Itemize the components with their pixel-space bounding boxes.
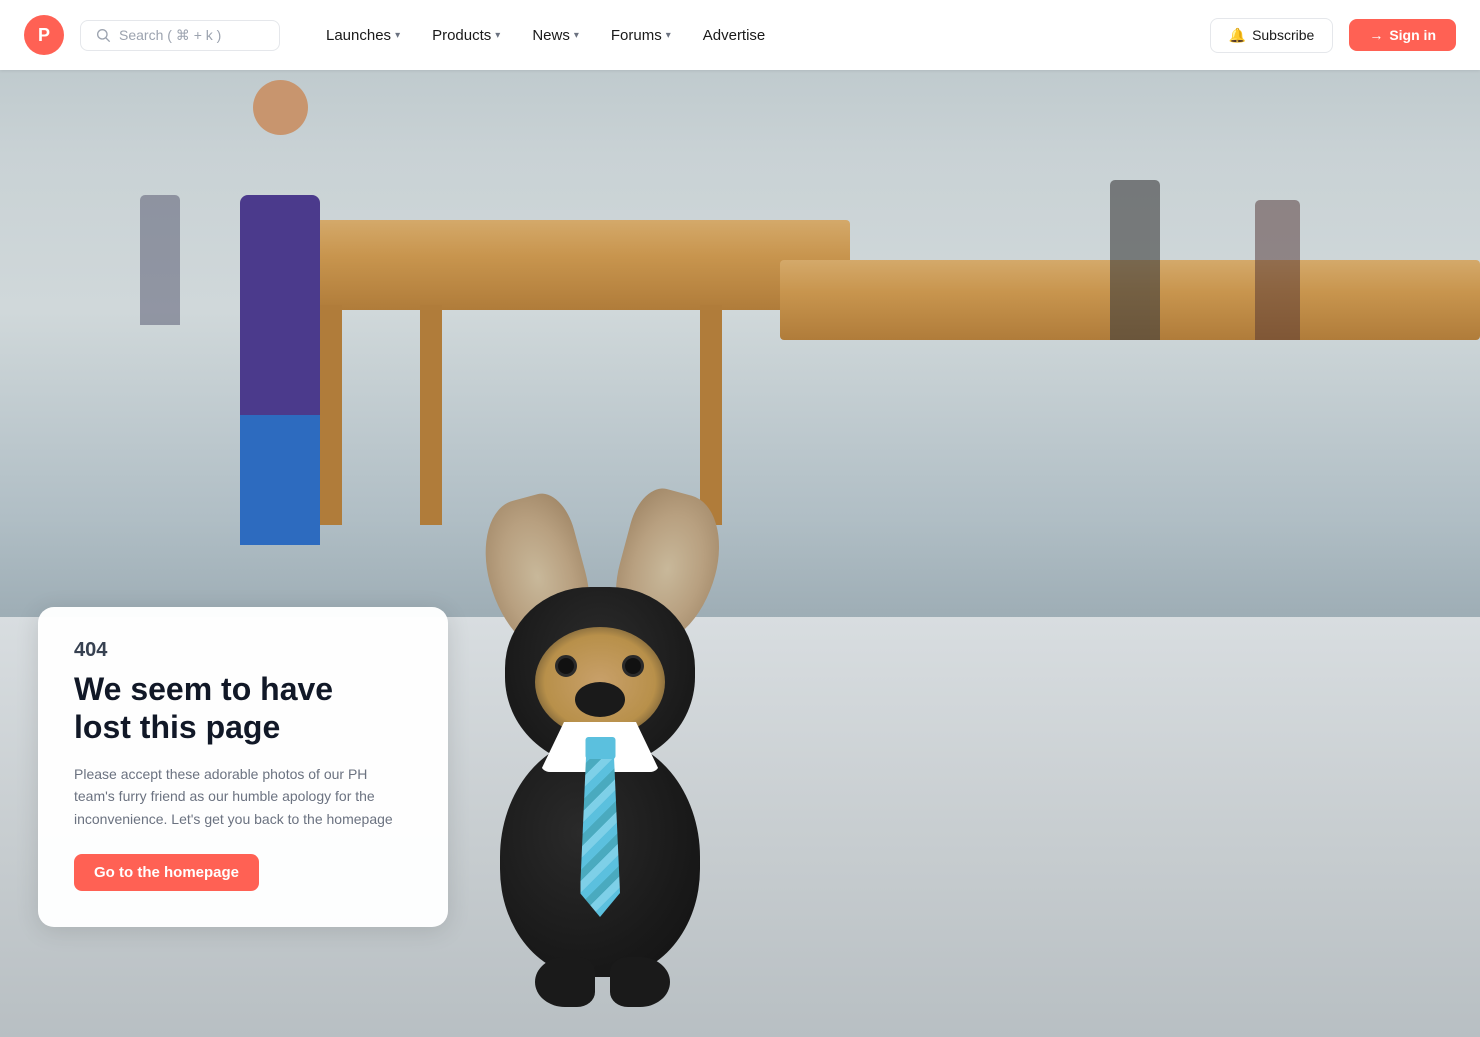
nav-item-news[interactable]: News ▾ (518, 19, 593, 52)
signin-button[interactable]: → Sign in (1349, 19, 1456, 51)
nav-products-label: Products (432, 27, 491, 44)
logo[interactable]: P (24, 15, 64, 55)
chevron-down-icon: ▾ (574, 30, 579, 41)
nav-advertise-label: Advertise (703, 27, 766, 44)
signin-icon: → (1369, 27, 1383, 43)
error-card: 404 We seem to have lost this page Pleas… (38, 607, 448, 927)
nav-links: Launches ▾ Products ▾ News ▾ Forums ▾ Ad… (312, 19, 779, 52)
nav-news-label: News (532, 27, 570, 44)
search-icon (95, 27, 111, 43)
go-to-homepage-button[interactable]: Go to the homepage (74, 854, 259, 891)
logo-letter: P (38, 25, 50, 46)
error-title-line2: lost this page (74, 709, 280, 745)
search-box[interactable]: Search ( ⌘ + k ) (80, 20, 280, 51)
chevron-down-icon: ▾ (395, 30, 400, 41)
chevron-down-icon: ▾ (666, 30, 671, 41)
subscribe-label: Subscribe (1252, 27, 1314, 43)
nav-launches-label: Launches (326, 27, 391, 44)
bell-icon: 🔔 (1229, 27, 1246, 44)
error-title: We seem to have lost this page (74, 670, 412, 747)
chevron-down-icon: ▾ (495, 30, 500, 41)
nav-item-products[interactable]: Products ▾ (418, 19, 514, 52)
subscribe-button[interactable]: 🔔 Subscribe (1210, 18, 1334, 53)
nav-forums-label: Forums (611, 27, 662, 44)
error-code: 404 (74, 639, 412, 662)
navbar: P Search ( ⌘ + k ) Launches ▾ Products ▾… (0, 0, 1480, 70)
nav-item-advertise[interactable]: Advertise (689, 19, 780, 52)
nav-item-launches[interactable]: Launches ▾ (312, 19, 414, 52)
error-title-line1: We seem to have (74, 671, 333, 707)
error-description: Please accept these adorable photos of o… (74, 763, 412, 830)
nav-item-forums[interactable]: Forums ▾ (597, 19, 685, 52)
signin-label: Sign in (1389, 27, 1436, 43)
search-placeholder: Search ( ⌘ + k ) (119, 27, 221, 44)
